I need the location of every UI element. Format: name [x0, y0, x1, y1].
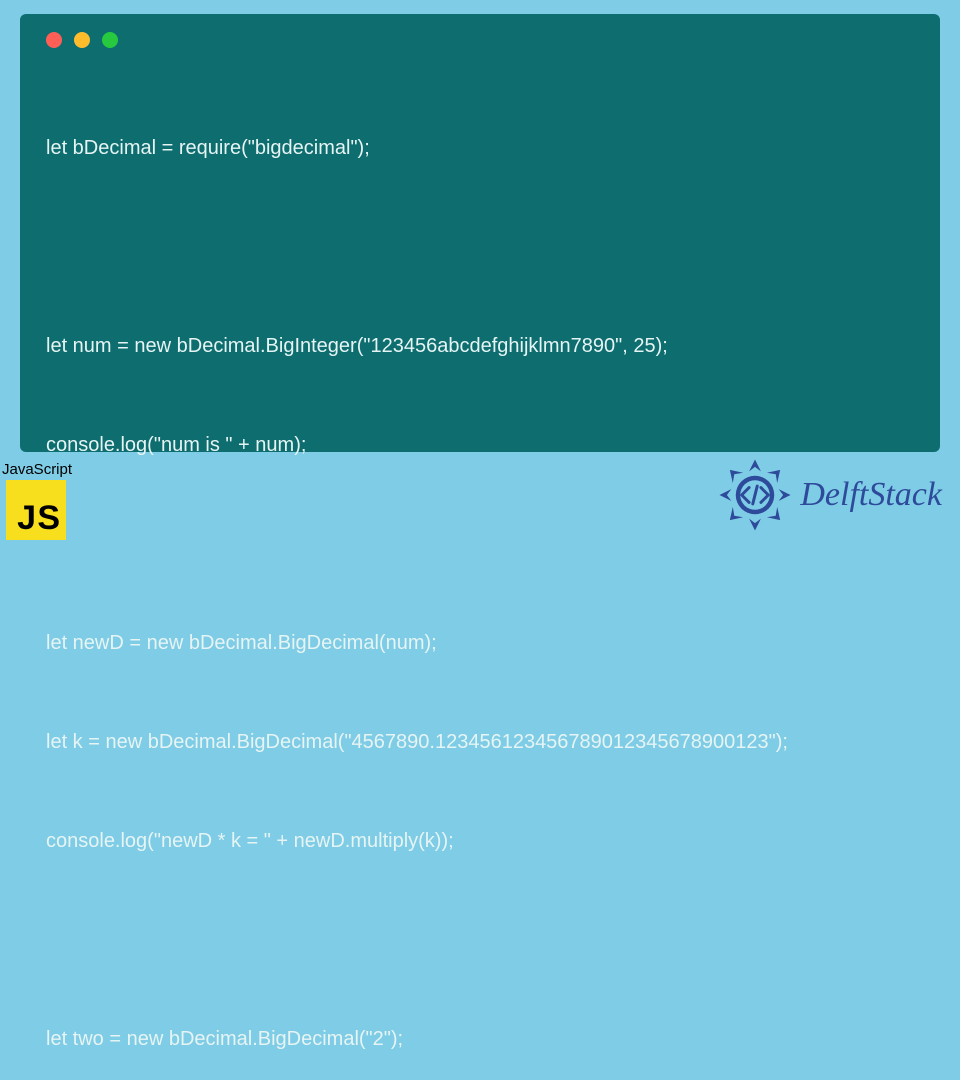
minimize-icon[interactable]	[74, 32, 90, 48]
window-titlebar	[46, 32, 914, 48]
language-label: JavaScript	[0, 461, 86, 478]
code-line	[46, 528, 914, 561]
code-line	[46, 231, 914, 264]
code-line: let two = new bDecimal.BigDecimal("2");	[46, 1023, 914, 1056]
code-line	[46, 924, 914, 957]
close-icon[interactable]	[46, 32, 62, 48]
code-line: console.log("newD * k = " + newD.multipl…	[46, 825, 914, 858]
brand-watermark: DelftStack	[718, 458, 942, 532]
code-line: let num = new bDecimal.BigInteger("12345…	[46, 330, 914, 363]
code-area: let bDecimal = require("bigdecimal"); le…	[46, 66, 914, 1080]
code-window: let bDecimal = require("bigdecimal"); le…	[20, 14, 940, 452]
language-badge: JavaScript J S	[0, 461, 86, 540]
code-line: let bDecimal = require("bigdecimal");	[46, 132, 914, 165]
code-line: let newD = new bDecimal.BigDecimal(num);	[46, 627, 914, 660]
code-line: let k = new bDecimal.BigDecimal("4567890…	[46, 726, 914, 759]
brand-logo-icon	[718, 458, 792, 532]
logo-letter-j: J	[17, 499, 36, 538]
logo-letter-s: S	[37, 499, 60, 538]
javascript-logo-icon: J S	[6, 480, 66, 540]
maximize-icon[interactable]	[102, 32, 118, 48]
brand-name: DelftStack	[800, 476, 942, 514]
